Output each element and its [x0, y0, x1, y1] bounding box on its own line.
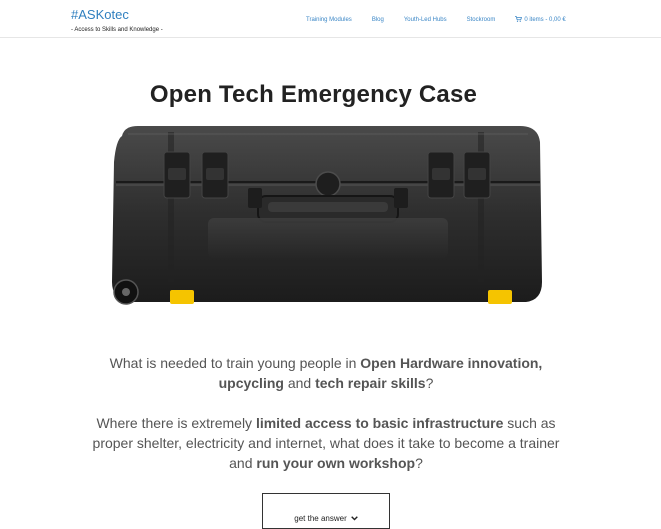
site-tagline: - Access to Skills and Knowledge - [71, 27, 163, 33]
nav-blog[interactable]: Blog [372, 16, 384, 24]
intro-paragraph-1: What is needed to train young people in … [86, 353, 566, 393]
emergency-case-illustration [112, 126, 542, 305]
intro-text: What is needed to train young people in [109, 355, 361, 371]
intro-text: Where there is extremely [96, 415, 256, 431]
nav-training-modules[interactable]: Training Modules [306, 16, 352, 24]
page-title: Open Tech Emergency Case [149, 81, 478, 108]
intro-text: ? [425, 375, 434, 391]
nav-youth-led-hubs[interactable]: Youth-Led Hubs [404, 16, 447, 24]
intro-highlight: limited access to basic infrastructure [255, 415, 504, 431]
get-the-answer-label: get the answer [294, 513, 347, 523]
intro-text: and [283, 375, 316, 391]
intro-highlight: run your own workshop [256, 455, 416, 471]
intro-highlight: tech repair skills [315, 375, 426, 391]
chevron-down-icon [350, 515, 358, 521]
intro-text: ? [415, 455, 423, 471]
intro-paragraph-2: Where there is extremely limited access … [86, 413, 566, 473]
get-the-answer-button[interactable]: get the answer [262, 493, 390, 529]
site-header: #ASKotec - Access to Skills and Knowledg… [0, 0, 661, 38]
nav-stockroom[interactable]: Stockroom [467, 16, 496, 24]
emergency-case-photo [108, 122, 544, 312]
cart-summary: 0 items - 0,00 € [524, 17, 566, 23]
site-brand-link[interactable]: #ASKotec [71, 7, 129, 22]
nav-cart[interactable]: 0 items - 0,00 € [515, 16, 566, 24]
main-nav: Training Modules Blog Youth-Led Hubs Sto… [306, 16, 566, 24]
shopping-cart-icon [515, 16, 523, 22]
